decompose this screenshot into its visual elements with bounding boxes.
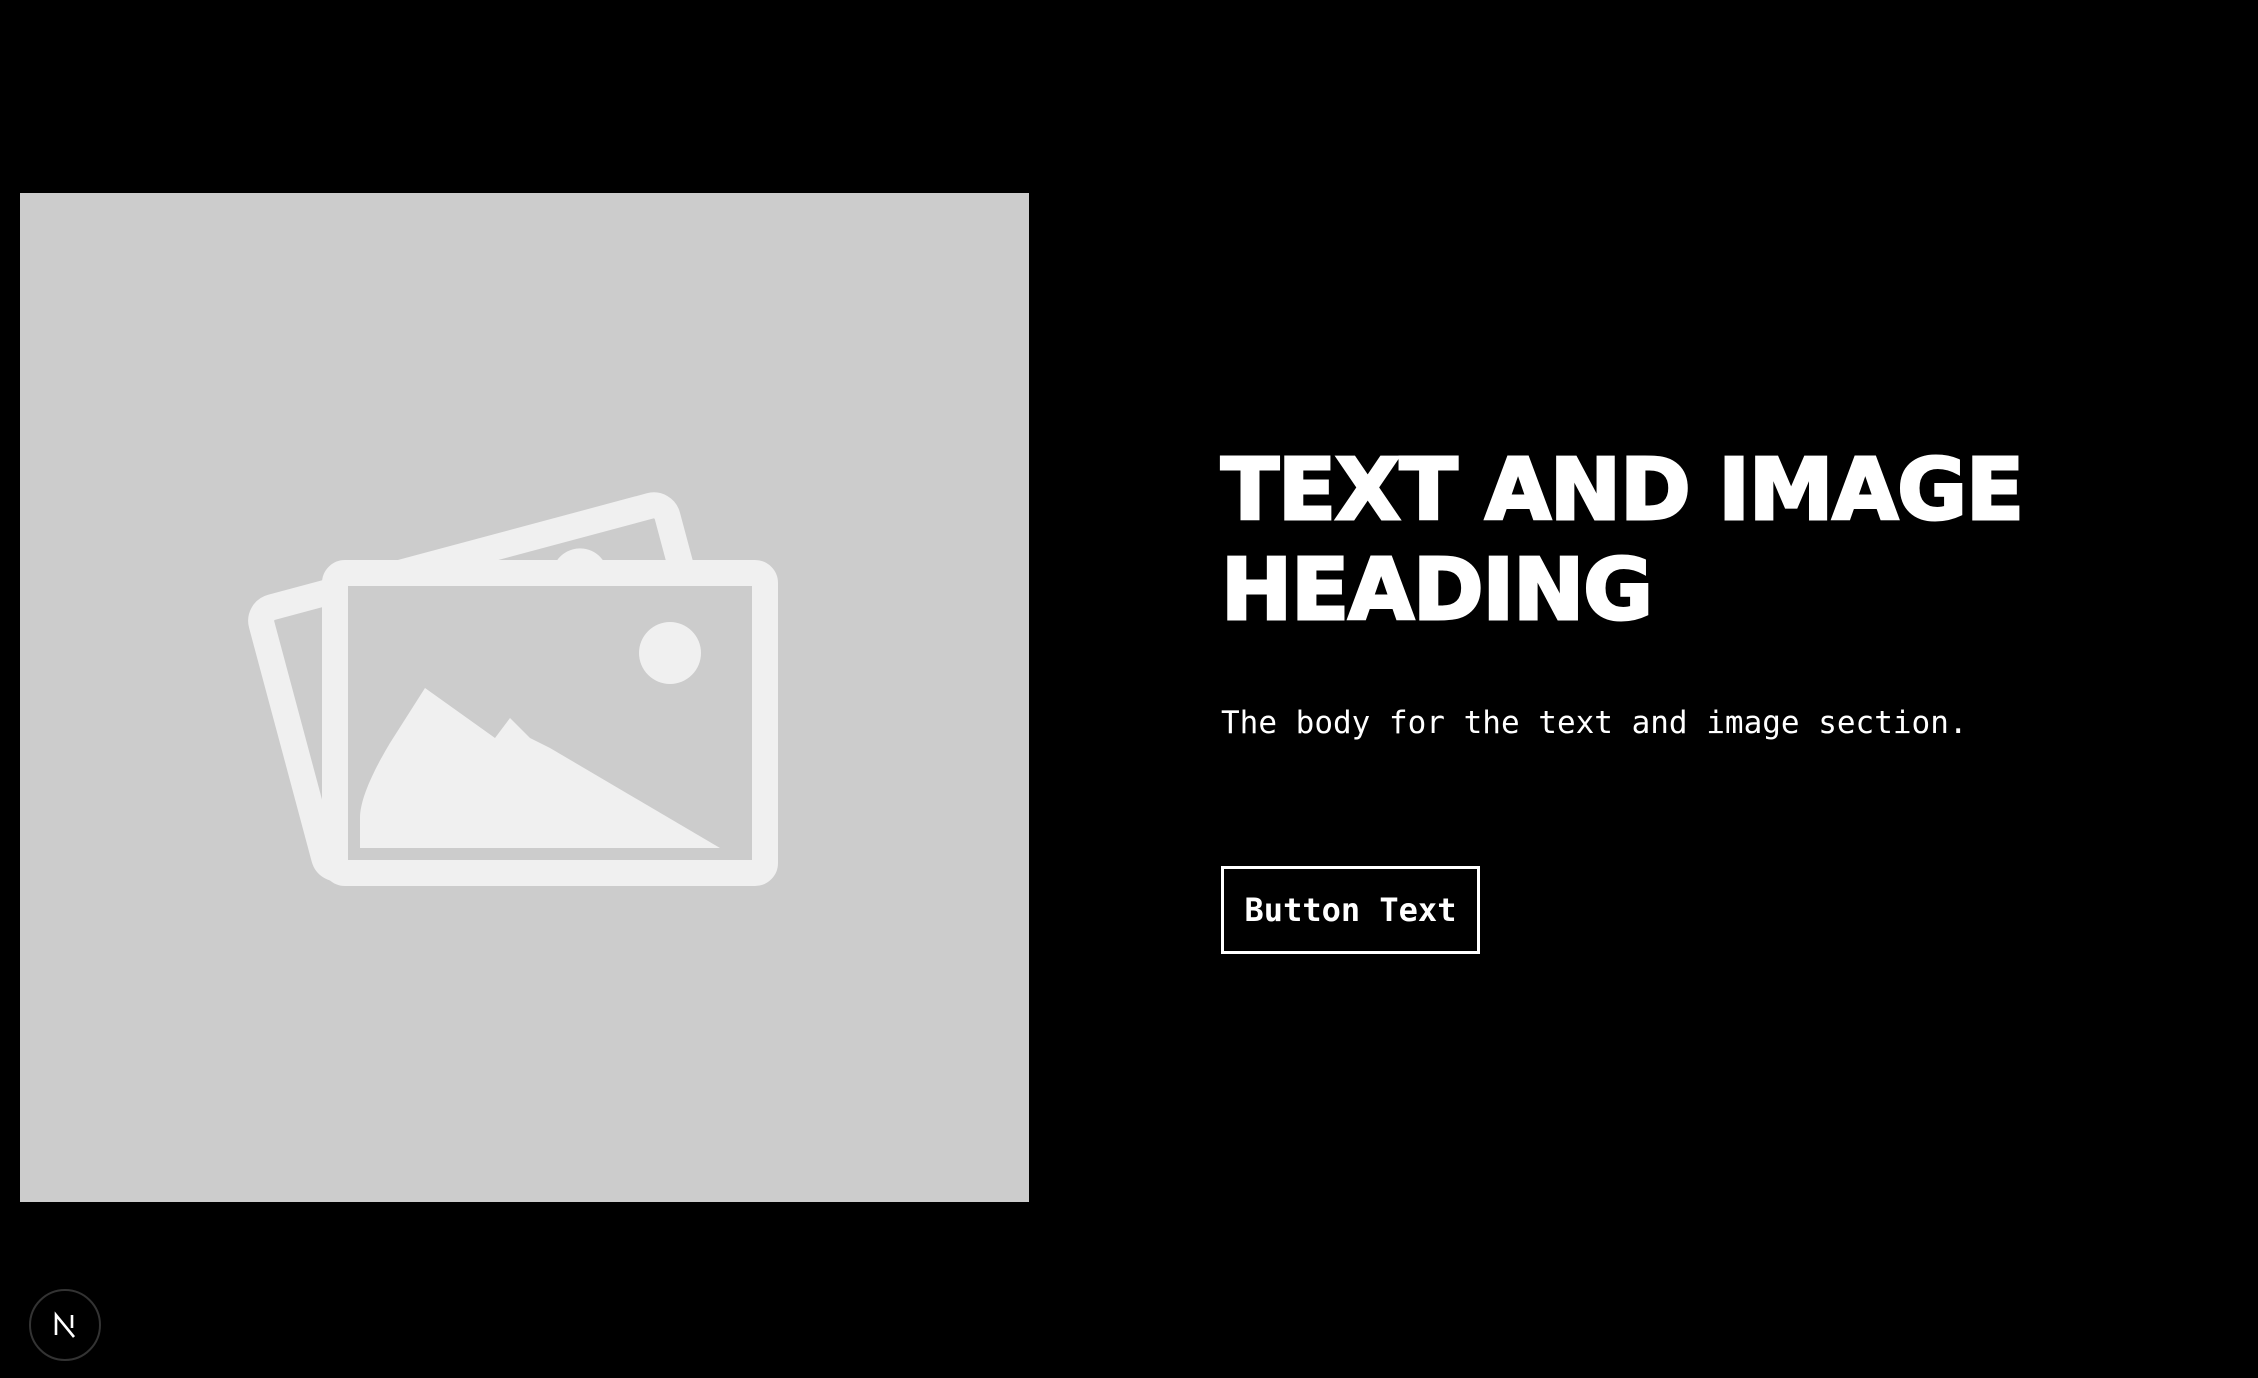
text-and-image-section: TEXT AND IMAGE HEADING The body for the … — [0, 0, 2258, 1378]
nextjs-logo-icon — [54, 1311, 76, 1338]
image-placeholder — [20, 193, 1029, 1202]
section-heading: TEXT AND IMAGE HEADING — [1220, 440, 2026, 642]
text-content: TEXT AND IMAGE HEADING The body for the … — [1220, 440, 2121, 745]
cta-button[interactable]: Button Text — [1221, 866, 1480, 954]
section-body: The body for the text and image section. — [1221, 705, 1968, 741]
image-placeholder-icon — [247, 491, 778, 886]
nextjs-dev-badge[interactable] — [29, 1289, 101, 1361]
